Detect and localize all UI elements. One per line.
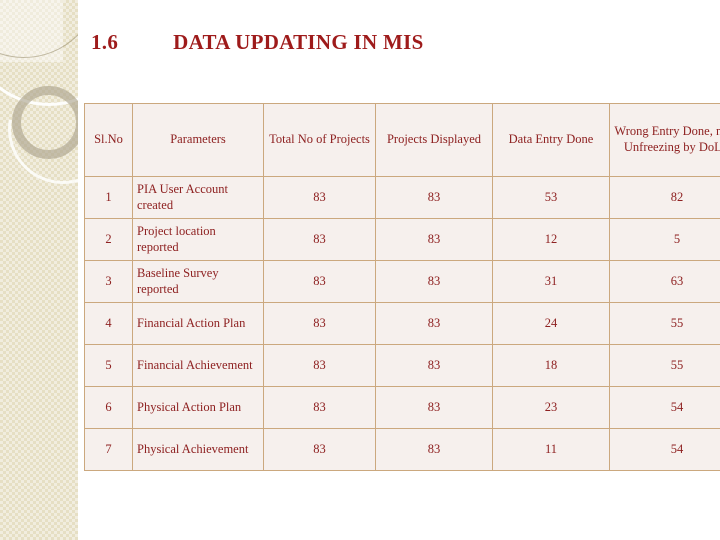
row-serial-number: 2: [84, 218, 133, 261]
row-wrong-entry-done: 63: [609, 260, 720, 303]
data-table-container: Sl.No Parameters Total No of Projects Pr…: [84, 103, 720, 471]
table-row: 6 Physical Action Plan 83 83 23 54: [84, 386, 720, 429]
mis-data-table: Sl.No Parameters Total No of Projects Pr…: [84, 103, 720, 471]
row-projects-displayed: 83: [375, 302, 493, 345]
row-projects-displayed: 83: [375, 428, 493, 471]
row-projects-displayed: 83: [375, 386, 493, 429]
row-wrong-entry-done: 82: [609, 176, 720, 219]
table-header: Sl.No Parameters Total No of Projects Pr…: [84, 103, 720, 177]
row-serial-number: 5: [84, 344, 133, 387]
row-wrong-entry-done: 54: [609, 428, 720, 471]
row-serial-number: 4: [84, 302, 133, 345]
table-header-row: Sl.No Parameters Total No of Projects Pr…: [84, 103, 720, 177]
column-header-parameters: Parameters: [132, 103, 264, 177]
slide-title: 1.6 DATA UPDATING IN MIS: [91, 30, 424, 55]
table-body: 1 PIA User Account created 83 83 53 82 2 Projec…: [84, 176, 720, 471]
table-row: 3 Baseline Survey reported 83 83 31 63: [84, 260, 720, 303]
row-total-projects: 83: [263, 386, 376, 429]
row-data-entry-done: 31: [492, 260, 610, 303]
row-wrong-entry-done: 55: [609, 302, 720, 345]
row-parameter: Baseline Survey reported: [132, 260, 264, 303]
slide-title-number: 1.6: [91, 30, 119, 54]
column-header-wrong-entry-done: Wrong Entry Done, need Unfreezing by DoL…: [609, 103, 720, 177]
table-row: 7 Physical Achievement 83 83 11 54: [84, 428, 720, 471]
row-serial-number: 3: [84, 260, 133, 303]
table-row: 2 Project location reported 83 83 12 5: [84, 218, 720, 261]
row-total-projects: 83: [263, 344, 376, 387]
row-total-projects: 83: [263, 260, 376, 303]
row-data-entry-done: 18: [492, 344, 610, 387]
row-total-projects: 83: [263, 218, 376, 261]
row-projects-displayed: 83: [375, 218, 493, 261]
slide-title-text: DATA UPDATING IN MIS: [173, 30, 424, 54]
column-header-total-projects: Total No of Projects: [263, 103, 376, 177]
row-wrong-entry-done: 55: [609, 344, 720, 387]
row-serial-number: 6: [84, 386, 133, 429]
row-serial-number: 1: [84, 176, 133, 219]
row-serial-number: 7: [84, 428, 133, 471]
row-projects-displayed: 83: [375, 260, 493, 303]
table-row: 1 PIA User Account created 83 83 53 82: [84, 176, 720, 219]
row-parameter: PIA User Account created: [132, 176, 264, 219]
row-total-projects: 83: [263, 176, 376, 219]
row-data-entry-done: 11: [492, 428, 610, 471]
row-projects-displayed: 83: [375, 344, 493, 387]
row-parameter: Physical Achievement: [132, 428, 264, 471]
row-total-projects: 83: [263, 428, 376, 471]
row-projects-displayed: 83: [375, 176, 493, 219]
row-parameter: Financial Action Plan: [132, 302, 264, 345]
row-parameter: Financial Achievement: [132, 344, 264, 387]
row-total-projects: 83: [263, 302, 376, 345]
row-data-entry-done: 53: [492, 176, 610, 219]
row-data-entry-done: 24: [492, 302, 610, 345]
column-header-data-entry-done: Data Entry Done: [492, 103, 610, 177]
decorative-sidebar: [0, 0, 78, 540]
row-wrong-entry-done: 54: [609, 386, 720, 429]
row-parameter: Project location reported: [132, 218, 264, 261]
column-header-sl-no: Sl.No: [84, 103, 133, 177]
row-parameter: Physical Action Plan: [132, 386, 264, 429]
row-data-entry-done: 12: [492, 218, 610, 261]
row-wrong-entry-done: 5: [609, 218, 720, 261]
column-header-projects-displayed: Projects Displayed: [375, 103, 493, 177]
table-row: 5 Financial Achievement 83 83 18 55: [84, 344, 720, 387]
row-data-entry-done: 23: [492, 386, 610, 429]
table-row: 4 Financial Action Plan 83 83 24 55: [84, 302, 720, 345]
